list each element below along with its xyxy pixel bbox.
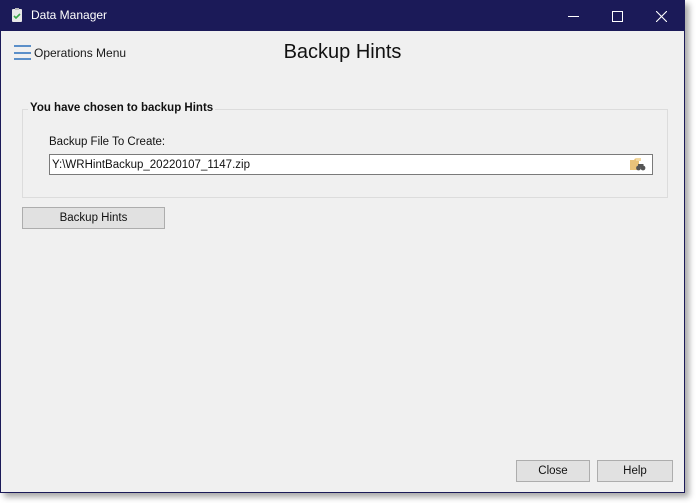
maximize-icon: [612, 10, 623, 22]
title-bar[interactable]: Data Manager: [1, 1, 684, 31]
backup-groupbox: You have chosen to backup Hints Backup F…: [22, 102, 668, 198]
backup-hints-button[interactable]: Backup Hints: [22, 207, 165, 229]
clipboard-check-icon: [12, 8, 22, 22]
folder-search-icon[interactable]: [629, 157, 646, 172]
minimize-button[interactable]: [551, 1, 596, 31]
close-icon: [656, 10, 667, 22]
page-title: Backup Hints: [283, 41, 402, 63]
data-manager-window: Data Manager Operations Menu Backup Hint…: [0, 0, 685, 493]
backup-file-label: Backup File To Create:: [49, 136, 166, 148]
window-title: Data Manager: [31, 8, 108, 22]
maximize-button[interactable]: [595, 1, 640, 31]
backup-file-input[interactable]: [50, 155, 624, 174]
content-area: Operations Menu Backup Hints You have ch…: [1, 31, 684, 492]
backup-file-field: [49, 154, 653, 175]
close-window-button[interactable]: [639, 1, 684, 31]
close-button[interactable]: Close: [516, 460, 590, 482]
minimize-icon: [568, 15, 579, 17]
group-legend: You have chosen to backup Hints: [28, 102, 216, 114]
help-button[interactable]: Help: [597, 460, 673, 482]
